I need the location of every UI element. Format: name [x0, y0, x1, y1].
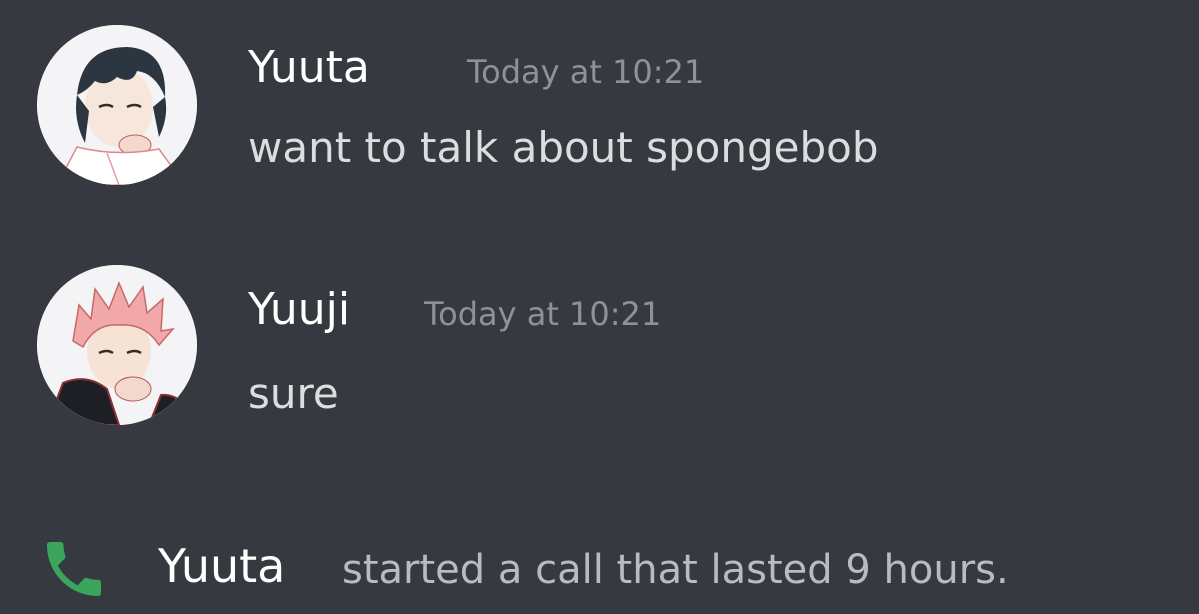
user-avatar[interactable]	[37, 265, 197, 425]
anime-avatar-pink-hair-icon	[37, 265, 197, 425]
message-content: want to talk about spongebob	[248, 123, 879, 172]
message-username[interactable]: Yuuta	[248, 46, 370, 90]
call-username[interactable]: Yuuta	[158, 543, 285, 589]
message-timestamp: Today at 10:21	[424, 295, 662, 333]
call-description: started a call that lasted 9 hours.	[342, 547, 1009, 593]
message-username[interactable]: Yuuji	[248, 288, 350, 332]
anime-avatar-dark-hair-icon	[37, 25, 197, 185]
message-content: sure	[248, 369, 339, 418]
user-avatar[interactable]	[37, 25, 197, 185]
message-timestamp: Today at 10:21	[467, 53, 705, 91]
phone-icon	[47, 542, 101, 596]
